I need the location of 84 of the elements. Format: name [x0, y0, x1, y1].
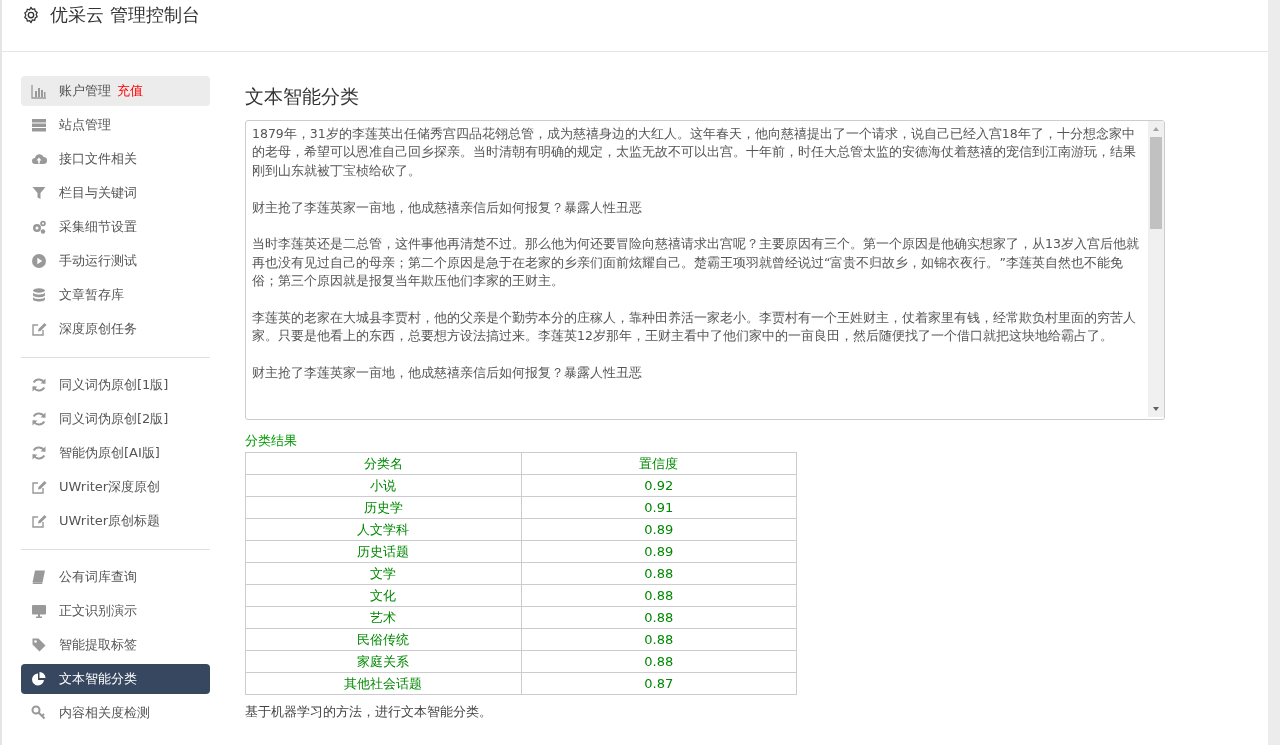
filter-icon [31, 185, 47, 201]
database-icon [31, 287, 47, 303]
item-label: UWriter深度原创 [59, 478, 161, 496]
result-label: 分类结果 [245, 432, 298, 450]
table-cell: 家庭关系 [245, 650, 521, 673]
item-label: 栏目与关键词 [59, 184, 137, 202]
table-cell: 0.89 [521, 518, 797, 541]
text-area[interactable]: 1879年，31岁的李莲英出任储秀宫四品花翎总管，成为慈禧身边的大红人。这年春天，他向慈禧提出了一个请求，说自己已经入宫18年了，十分想念家中的老母，希望可以恩准自己回乡探亲。当时清朝有明确的规定，太监无故不可以出宫。十年前，时任大总管太监的安德海仗着慈禧的宠信到江南游玩，结果刚到山东就被丁宝桢给砍了。 财主抢了李莲英家一亩地，他成慈禧亲信后如何报复？暴露人性丑恶 当时李莲英还是二总管，这件事他再清楚不过。那么他为何还要冒险向慈禧请求出宫呢？主要原因有三个。第一个原因是他确实想家了，从13岁入宫后他就再也没有见过自己的母亲；第二个原因是急于在老家的乡亲们面前炫耀自己。楚霸王项羽就曾经说过“富贵不归故乡，如锦衣夜行。”李莲英自然也不能免俗；第三个原因就是报复当年欺压他们李家的王财主。 李莲英的老家在大城县李贾村，他的父亲是个勤劳本分的庄稼人，靠种田养活一家老小。李贾村有一个王姓财主，仗着家里有钱，经常欺负村里面的穷苦人家。只要是他看上的东西，总要想方设法搞过来。李莲英12岁那年，王财主看中了他们家中的一亩良田，然后随便找了一个借口就把这块地给霸占了。 财主抢了李莲英家一亩地，他成慈禧亲信后如何报复？暴露人性丑恶 [245, 120, 1165, 420]
item-label: 智能提取标签 [59, 636, 137, 654]
description-text: 基于机器学习的方法，进行文本智能分类。 [245, 703, 493, 721]
table-cell: 历史学 [245, 496, 521, 519]
sidebar-item[interactable]: 文本智能分类 [21, 664, 210, 694]
scrollbar[interactable] [1268, 0, 1280, 745]
sidebar-item[interactable]: 深度原创任务 [21, 314, 210, 344]
table-cell: 其他社会话题 [245, 672, 521, 695]
pie-chart-icon [31, 671, 47, 687]
table-cell: 0.88 [521, 606, 797, 629]
table-cell: 文学 [245, 562, 521, 585]
table-cell: 小说 [245, 474, 521, 497]
item-label: 接口文件相关 [59, 150, 137, 168]
table-cell: 0.88 [521, 628, 797, 651]
sidebar-item[interactable]: 文章暂存库 [21, 280, 210, 310]
item-label: 同义词伪原创[1版] [59, 376, 169, 394]
table-cell: 艺术 [245, 606, 521, 629]
tag-icon [31, 637, 47, 653]
sidebar-item[interactable]: UWriter深度原创 [21, 472, 210, 502]
sidebar-item[interactable]: 采集细节设置 [21, 212, 210, 242]
scrollbar[interactable] [1148, 121, 1164, 417]
cloud-upload-icon [31, 151, 47, 167]
key-icon [31, 705, 47, 721]
item-label: 深度原创任务 [59, 320, 137, 338]
sidebar-item[interactable]: 栏目与关键词 [21, 178, 210, 208]
bar-chart-icon [31, 83, 47, 99]
sidebar-item[interactable]: 内容相关度检测 [21, 698, 210, 728]
item-label: UWriter原创标题 [59, 512, 161, 530]
refresh-icon [31, 377, 47, 393]
sidebar-item[interactable]: 正文识别演示 [21, 596, 210, 626]
item-label: 采集细节设置 [59, 218, 137, 236]
monitor-icon [31, 603, 47, 619]
settings-icon [22, 6, 40, 24]
table-cell: 0.87 [521, 672, 797, 695]
table-cell: 历史话题 [245, 540, 521, 563]
table-cell: 0.88 [521, 562, 797, 585]
item-label: 智能伪原创[AI版] [59, 444, 160, 462]
table-cell: 文化 [245, 584, 521, 607]
edit-icon [31, 321, 47, 337]
refresh-icon [31, 445, 47, 461]
sidebar-item[interactable]: 同义词伪原创[1版] [21, 370, 210, 400]
table-cell: 0.92 [521, 474, 797, 497]
sidebar-item[interactable]: 手动运行测试 [21, 246, 210, 276]
book-icon [31, 569, 47, 585]
item-label: 账户管理 [59, 82, 111, 100]
item-label: 正文识别演示 [59, 602, 137, 620]
column-header: 置信度 [521, 452, 797, 475]
sidebar-item[interactable]: 同义词伪原创[2版] [21, 404, 210, 434]
sidebar-item[interactable]: UWriter原创标题 [21, 506, 210, 536]
item-label: 手动运行测试 [59, 252, 137, 270]
table-cell: 0.88 [521, 650, 797, 673]
app-title: 优采云 管理控制台 [50, 4, 200, 26]
table-cell: 0.89 [521, 540, 797, 563]
table-cell: 人文学科 [245, 518, 521, 541]
gears-icon [31, 219, 47, 235]
edit-icon [31, 479, 47, 495]
column-header: 分类名 [245, 452, 521, 475]
server-icon [31, 117, 47, 133]
table-cell: 0.88 [521, 584, 797, 607]
sidebar-item[interactable]: 账户管理 充值 [21, 76, 210, 106]
sidebar-item[interactable]: 站点管理 [21, 110, 210, 140]
item-label: 文本智能分类 [59, 670, 137, 688]
item-label: 文章暂存库 [59, 286, 124, 304]
page-title: 文本智能分类 [245, 84, 360, 109]
sidebar-item[interactable]: 接口文件相关 [21, 144, 210, 174]
item-label: 同义词伪原创[2版] [59, 410, 169, 428]
edit-icon [31, 513, 47, 529]
table-cell: 民俗传统 [245, 628, 521, 651]
table-cell: 0.91 [521, 496, 797, 519]
sidebar-item[interactable]: 公有词库查询 [21, 562, 210, 592]
item-label: 内容相关度检测 [59, 704, 150, 722]
sidebar-item[interactable]: 智能伪原创[AI版] [21, 438, 210, 468]
item-label: 公有词库查询 [59, 568, 137, 586]
refresh-icon [31, 411, 47, 427]
sidebar-item[interactable]: 智能提取标签 [21, 630, 210, 660]
play-icon [31, 253, 47, 269]
item-label: 站点管理 [59, 116, 111, 134]
